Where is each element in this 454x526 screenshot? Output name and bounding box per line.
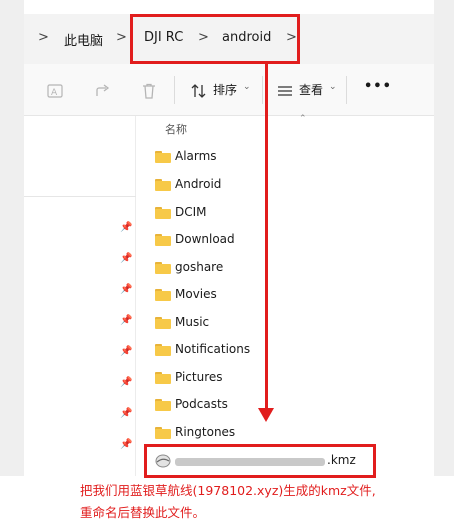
file-name: Alarms — [175, 149, 217, 163]
sort-button[interactable]: 排序 — [213, 81, 237, 98]
folder-icon — [155, 262, 171, 274]
breadcrumb-highlight-box — [130, 14, 300, 64]
pin-icon[interactable]: 📌 — [120, 284, 132, 295]
pin-icon[interactable]: 📌 — [120, 346, 132, 357]
folder-icon — [155, 151, 171, 163]
pin-icon[interactable]: 📌 — [120, 377, 132, 388]
pin-icon[interactable]: 📌 — [120, 408, 132, 419]
command-bar: A 排序 ⌄ 查看 ⌄ ••• — [24, 64, 434, 116]
folder-row-goshare[interactable]: goshare — [155, 257, 385, 279]
toolbar-separator — [346, 76, 347, 104]
pin-icon[interactable]: 📌 — [120, 253, 132, 264]
file-name: goshare — [175, 260, 224, 274]
folder-row-android[interactable]: Android — [155, 174, 385, 196]
more-options-button[interactable]: ••• — [364, 79, 392, 94]
file-name: Podcasts — [175, 397, 228, 411]
folder-icon — [155, 234, 171, 246]
file-name: Pictures — [175, 370, 223, 384]
chevron-down-icon[interactable]: ⌄ — [243, 82, 251, 92]
folder-icon — [155, 372, 171, 384]
folder-row-movies[interactable]: Movies — [155, 284, 385, 306]
breadcrumb-this-pc[interactable]: 此电脑 — [64, 30, 103, 49]
file-name: Movies — [175, 287, 217, 301]
navpane-divider — [24, 196, 136, 197]
caption-line-1: 把我们用蓝银草航线(1978102.xyz)生成的kmz文件, — [80, 483, 376, 498]
folder-row-download[interactable]: Download — [155, 229, 385, 251]
navigation-pane: 📌 📌 📌 📌 📌 📌 📌 📌 — [24, 116, 136, 476]
sort-ascending-icon: ⌃ — [299, 114, 307, 124]
rename-icon[interactable]: A — [46, 82, 64, 100]
toolbar-separator — [262, 76, 263, 104]
share-icon[interactable] — [94, 82, 112, 100]
window-frame-right — [434, 0, 454, 476]
file-name: Ringtones — [175, 425, 236, 439]
file-name: Music — [175, 315, 210, 329]
pin-icon[interactable]: 📌 — [120, 222, 132, 233]
folder-icon — [155, 427, 171, 439]
instruction-caption: 把我们用蓝银草航线(1978102.xyz)生成的kmz文件, 重命名后替换此文… — [80, 480, 450, 524]
file-name: DCIM — [175, 205, 207, 219]
pin-icon[interactable]: 📌 — [120, 439, 132, 450]
folder-row-ringtones[interactable]: Ringtones — [155, 422, 385, 444]
pin-icon[interactable]: 📌 — [120, 315, 132, 326]
view-button[interactable]: 查看 — [299, 81, 323, 98]
arrow-down-icon — [258, 408, 274, 422]
view-icon[interactable] — [276, 82, 294, 100]
column-header-name[interactable]: 名称 — [165, 121, 187, 137]
kmz-file-highlight-box — [144, 444, 376, 478]
window-frame-left — [0, 0, 24, 476]
folder-icon — [155, 344, 171, 356]
folder-row-pictures[interactable]: Pictures — [155, 367, 385, 389]
svg-text:A: A — [51, 88, 58, 98]
file-name: Download — [175, 232, 235, 246]
breadcrumb-chevron-icon[interactable]: > — [38, 30, 49, 45]
folder-row-notifications[interactable]: Notifications — [155, 339, 385, 361]
folder-icon — [155, 317, 171, 329]
caption-line-2: 重命名后替换此文件。 — [80, 505, 206, 520]
chevron-down-icon[interactable]: ⌄ — [329, 82, 337, 92]
file-list: ⌃ 名称 Alarms Android DCIM Download goshar… — [137, 114, 434, 476]
folder-icon — [155, 179, 171, 191]
breadcrumb-chevron-icon[interactable]: > — [116, 30, 127, 45]
annotation-arrow-line — [265, 64, 268, 412]
delete-icon[interactable] — [140, 82, 158, 100]
folder-row-alarms[interactable]: Alarms — [155, 146, 385, 168]
file-name: Notifications — [175, 342, 251, 356]
folder-row-dcim[interactable]: DCIM — [155, 202, 385, 224]
folder-icon — [155, 289, 171, 301]
file-name: Android — [175, 177, 222, 191]
folder-row-music[interactable]: Music — [155, 312, 385, 334]
folder-icon — [155, 207, 171, 219]
toolbar-separator — [174, 76, 175, 104]
sort-icon[interactable] — [190, 82, 208, 100]
folder-icon — [155, 399, 171, 411]
